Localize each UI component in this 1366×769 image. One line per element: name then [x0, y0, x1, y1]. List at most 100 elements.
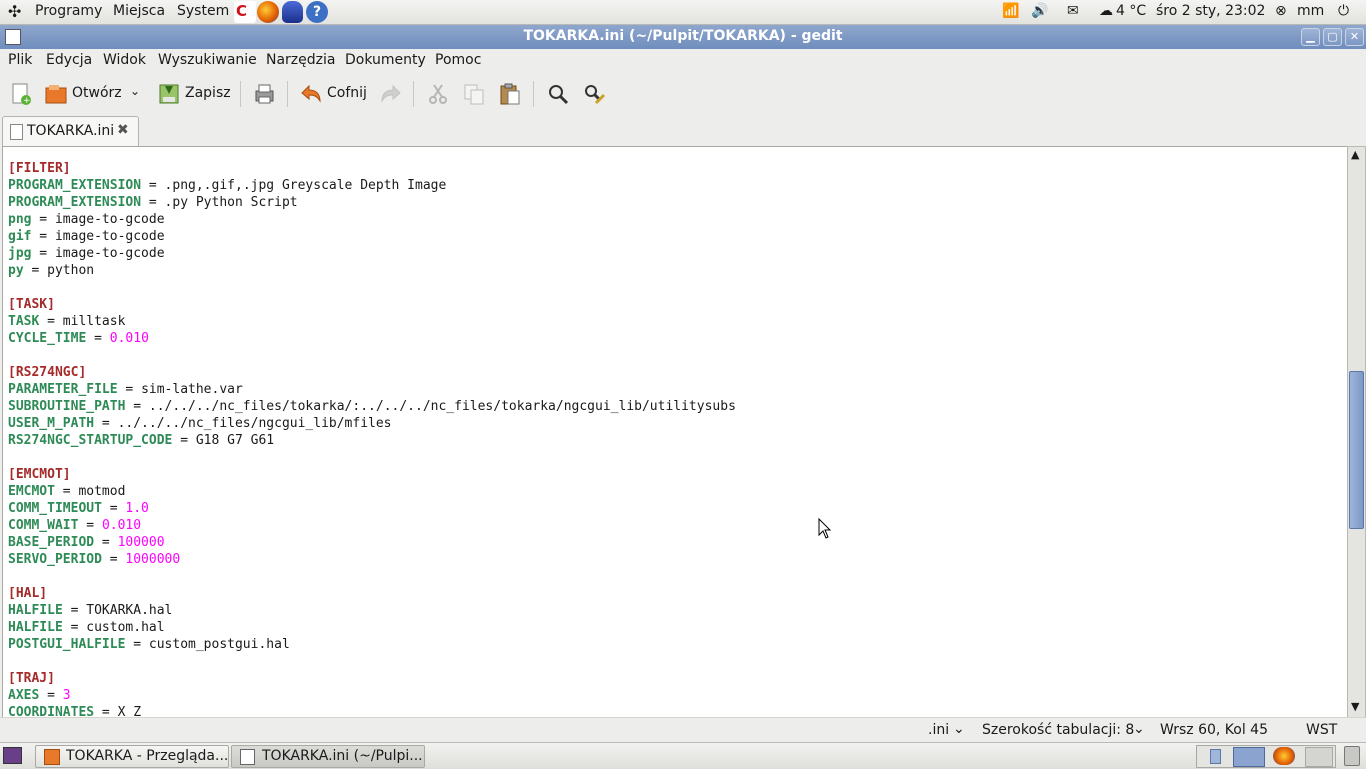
scrollbar-thumb[interactable]: [1349, 371, 1364, 529]
wifi-icon[interactable]: 📶: [1002, 3, 1019, 19]
code-line: [EMCMOT]: [8, 466, 736, 483]
workspace-3-firefox-icon[interactable]: [1273, 747, 1295, 765]
tab-width-dropdown-icon[interactable]: ⌄: [1133, 721, 1145, 737]
taskbar-item-gedit[interactable]: TOKARKA.ini (~/Pulpi...: [231, 745, 425, 768]
menu-dokumenty[interactable]: Dokumenty: [345, 52, 426, 68]
document-icon: [10, 124, 23, 140]
scroll-up-icon[interactable]: ▲: [1351, 148, 1359, 161]
code-line: SUBROUTINE_PATH = ../../../nc_files/toka…: [8, 398, 736, 415]
user-name[interactable]: mm: [1297, 3, 1324, 19]
language-dropdown-icon[interactable]: ⌄: [953, 721, 965, 737]
code-line: COMM_TIMEOUT = 1.0: [8, 500, 736, 517]
config-value: .py Python Script: [164, 195, 298, 210]
config-key: EMCMOT: [8, 484, 55, 499]
scroll-down-icon[interactable]: ▼: [1351, 700, 1359, 713]
save-icon[interactable]: [157, 82, 181, 106]
menu-programy[interactable]: Programy: [35, 3, 102, 19]
code-line: [TASK]: [8, 296, 736, 313]
undo-button[interactable]: Cofnij: [327, 85, 367, 101]
minimize-button[interactable]: ▁: [1301, 28, 1320, 46]
new-document-button[interactable]: +: [9, 82, 33, 106]
firefox-launcher-icon[interactable]: [257, 1, 279, 23]
menu-plik[interactable]: Plik: [8, 52, 32, 68]
language-selector[interactable]: .ini: [928, 722, 949, 738]
equals-sign: =: [141, 195, 165, 210]
config-key: PROGRAM_EXTENSION: [8, 178, 142, 193]
menu-pomoc[interactable]: Pomoc: [435, 52, 481, 68]
show-desktop-icon[interactable]: [3, 747, 22, 764]
search-replace-button[interactable]: [582, 82, 606, 106]
config-key: PROGRAM_EXTENSION: [8, 195, 142, 210]
tab-width-selector[interactable]: Szerokość tabulacji: 8: [982, 722, 1134, 738]
equals-sign: =: [78, 518, 102, 533]
config-value: G18 G7 G61: [195, 433, 275, 448]
mail-icon[interactable]: ✉: [1067, 3, 1079, 19]
open-button[interactable]: Otwórz: [72, 85, 122, 101]
window-title: TOKARKA.ini (~/Pulpit/TOKARKA) - gedit: [523, 28, 843, 44]
config-value: ../../../nc_files/tokarka/:../../../nc_f…: [148, 399, 736, 414]
taskbar-item-file-browser[interactable]: TOKARKA - Przegląda...: [35, 745, 229, 768]
cut-button[interactable]: [426, 82, 450, 106]
open-icon[interactable]: [44, 82, 68, 106]
code-lines: [FILTER] PROGRAM_EXTENSION = .png,.gif,.j…: [8, 160, 736, 717]
workspace-1[interactable]: [1210, 749, 1221, 764]
volume-icon[interactable]: 🔊: [1031, 3, 1048, 19]
power-icon[interactable]: ⏻: [1338, 3, 1349, 19]
code-line: png = image-to-gcode: [8, 211, 736, 228]
copy-button[interactable]: [462, 82, 486, 106]
menu-widok[interactable]: Widok: [103, 52, 146, 68]
config-value: motmod: [78, 484, 126, 499]
weather-temp[interactable]: 4 °C: [1116, 3, 1146, 19]
taskbar-label: TOKARKA - Przegląda...: [66, 748, 229, 764]
database-launcher-icon[interactable]: [282, 1, 303, 23]
equals-sign: =: [23, 263, 48, 278]
foot-menu-icon[interactable]: ✣: [8, 2, 21, 21]
code-line: TASK = milltask: [8, 313, 736, 330]
menu-wyszukiwanie[interactable]: Wyszukiwanie: [158, 52, 257, 68]
code-line: [FILTER]: [8, 160, 736, 177]
section-header: [EMCMOT]: [8, 467, 71, 482]
text-editor[interactable]: [FILTER] PROGRAM_EXTENSION = .png,.gif,.j…: [2, 146, 1348, 718]
linuxcnc-launcher-icon[interactable]: C: [234, 1, 256, 23]
menu-edycja[interactable]: Edycja: [46, 52, 92, 68]
maximize-button[interactable]: ▢: [1323, 28, 1342, 46]
search-button[interactable]: [546, 82, 570, 106]
menu-narzedzia[interactable]: Narzędzia: [266, 52, 335, 68]
paste-button[interactable]: [498, 82, 522, 106]
vertical-scrollbar[interactable]: ▲ ▼: [1347, 146, 1366, 718]
help-launcher-icon[interactable]: ?: [306, 1, 328, 23]
menu-system[interactable]: System: [177, 3, 229, 19]
tab-label: TOKARKA.ini: [27, 123, 115, 139]
workspace-4[interactable]: [1305, 747, 1333, 767]
undo-icon[interactable]: [299, 82, 323, 106]
equals-sign: =: [101, 501, 126, 516]
config-key: SERVO_PERIOD: [8, 552, 102, 567]
config-value: .png,.gif,.jpg Greyscale Depth Image: [164, 178, 447, 193]
config-key: BASE_PERIOD: [8, 535, 95, 550]
mouse-pointer-icon: [818, 518, 832, 539]
open-recent-dropdown-icon[interactable]: ⌄: [130, 84, 140, 98]
workspace-switcher[interactable]: [1196, 745, 1336, 768]
top-panel: ✣ Programy Miejsca System C ? 📶 🔊 ✉ ☁ 4 …: [0, 0, 1366, 25]
config-key: CYCLE_TIME: [8, 331, 87, 346]
config-key: gif: [8, 229, 32, 244]
svg-text:+: +: [23, 96, 31, 106]
code-line: AXES = 3: [8, 687, 736, 704]
close-window-button[interactable]: ✕: [1345, 28, 1364, 46]
section-header: [TASK]: [8, 297, 55, 312]
clock[interactable]: śro 2 sty, 23:02: [1156, 3, 1265, 19]
trash-icon[interactable]: [1344, 746, 1360, 766]
print-button[interactable]: [252, 82, 276, 106]
section-header: [FILTER]: [8, 161, 71, 176]
save-button[interactable]: Zapisz: [185, 85, 231, 101]
redo-button[interactable]: [379, 82, 403, 106]
workspace-2-active[interactable]: [1233, 747, 1265, 767]
tab-tokarka-ini[interactable]: TOKARKA.ini ✖: [2, 116, 139, 147]
close-tab-icon[interactable]: ✖: [117, 122, 129, 138]
window-titlebar[interactable]: TOKARKA.ini (~/Pulpit/TOKARKA) - gedit ▁…: [0, 25, 1366, 49]
config-value: milltask: [62, 314, 126, 329]
menu-miejsca[interactable]: Miejsca: [113, 3, 165, 19]
equals-sign: =: [125, 399, 149, 414]
code-line: [TRAJ]: [8, 670, 736, 687]
